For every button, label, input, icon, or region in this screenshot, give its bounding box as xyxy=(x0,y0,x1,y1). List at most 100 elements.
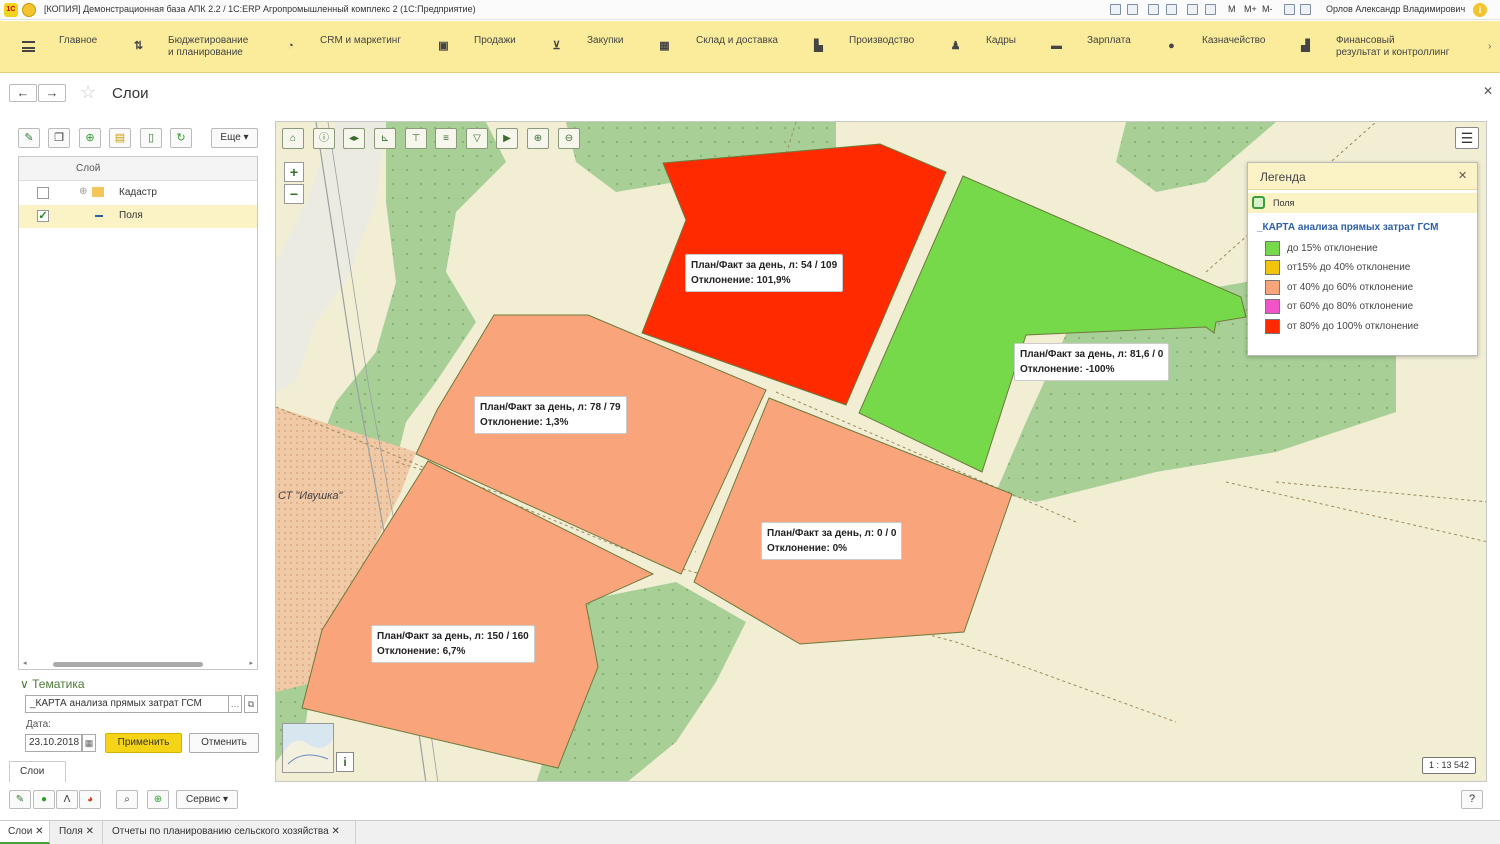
thematic-field[interactable]: _КАРТА анализа прямых затрат ГСМ xyxy=(25,695,242,713)
print-icon[interactable] xyxy=(1127,4,1138,15)
current-user[interactable]: Орлов Александр Владимирович xyxy=(1326,4,1465,14)
menu-item-salary[interactable]: Зарплата xyxy=(1087,35,1131,47)
expand-icon[interactable]: ⊕ xyxy=(79,186,87,197)
menu-item-production[interactable]: Производство xyxy=(849,35,914,47)
back-button[interactable]: ← xyxy=(9,84,37,102)
zoom-out-area-icon[interactable]: ⊖ xyxy=(558,128,580,149)
home-map-icon[interactable]: ⌂ xyxy=(282,128,304,149)
checkbox-fields[interactable]: ✓ xyxy=(37,210,49,222)
close-tab-icon[interactable]: ✕ xyxy=(331,826,339,837)
draw-icon[interactable]: ✎ xyxy=(9,790,31,809)
copy-layer-icon[interactable]: ❐ xyxy=(48,128,70,148)
window-title: [КОПИЯ] Демонстрационная база АПК 2.2 / … xyxy=(44,4,476,14)
checkbox-cadastre[interactable] xyxy=(37,187,49,199)
menu-scroll-right-icon[interactable]: › xyxy=(1488,41,1491,52)
edit-icon[interactable]: ✎ xyxy=(18,128,40,148)
legend-item-label: до 15% отклонение xyxy=(1287,243,1378,254)
refresh-icon[interactable]: ↻ xyxy=(170,128,192,148)
layers-tab[interactable]: Слои xyxy=(9,761,66,782)
close-tab-icon[interactable]: ✕ xyxy=(35,826,43,837)
column-header-layer: Слой xyxy=(76,163,101,174)
document-icon[interactable]: ▯ xyxy=(140,128,162,148)
open-tab-fields[interactable]: Поля ✕ xyxy=(51,821,103,844)
search-icon[interactable]: ⌕ xyxy=(116,790,138,809)
calendar-picker-icon[interactable]: ▦ xyxy=(82,734,96,752)
menu-item-hr[interactable]: Кадры xyxy=(986,35,1016,47)
service-label: Сервис xyxy=(185,794,221,805)
add-folder-icon[interactable]: ▤ xyxy=(109,128,131,148)
menu-item-crm[interactable]: CRM и маркетинг xyxy=(320,35,401,47)
close-tab-icon[interactable]: ✕ xyxy=(86,826,94,837)
tree-row-fields[interactable]: ✓ Поля xyxy=(19,205,257,228)
cancel-button[interactable]: Отменить xyxy=(189,733,259,753)
layers-filter-icon[interactable]: ≡ xyxy=(435,128,457,149)
field-plan-fact: План/Факт за день, л: 150 / 160 xyxy=(377,631,529,642)
memory-plus-button[interactable]: M+ xyxy=(1244,4,1257,14)
help-button[interactable]: ? xyxy=(1461,790,1483,809)
field-deviation: Отклонение: 0% xyxy=(767,543,848,554)
thematic-header-label: Тематика xyxy=(32,677,85,691)
menu-item-finance[interactable]: Финансовый результат и контроллинг xyxy=(1336,35,1449,59)
legend-layer-row[interactable]: Поля xyxy=(1248,193,1477,213)
save-icon[interactable] xyxy=(1110,4,1121,15)
thematic-section-header[interactable]: ∨ Тематика xyxy=(20,677,85,691)
date-field[interactable]: 23.10.2018 xyxy=(25,734,82,752)
memory-minus-button[interactable]: M- xyxy=(1262,4,1273,14)
select-dots-button[interactable]: … xyxy=(228,695,242,713)
pan-arrows-icon[interactable]: ◂▸ xyxy=(343,128,365,149)
line-icon[interactable]: Λ xyxy=(56,790,78,809)
favorite-star-icon[interactable]: ☆ xyxy=(80,82,96,103)
field-label: План/Факт за день, л: 54 / 109 Отклонени… xyxy=(685,254,844,292)
menu-item-main[interactable]: Главное xyxy=(59,35,97,47)
copy-icon[interactable] xyxy=(1166,4,1177,15)
zoom-icon[interactable] xyxy=(1284,4,1295,15)
zoom-out-button[interactable]: − xyxy=(284,184,304,204)
more-button[interactable]: Еще ▾ xyxy=(211,128,258,148)
horizontal-scrollbar[interactable]: ◂ ▸ xyxy=(23,659,253,669)
legend-panel: Легенда ✕ Поля _КАРТА анализа прямых зат… xyxy=(1247,162,1478,356)
memory-m-button[interactable]: M xyxy=(1228,4,1236,14)
hamburger-icon[interactable] xyxy=(22,41,35,52)
menu-item-sales[interactable]: Продажи xyxy=(474,35,516,47)
open-tab-reports[interactable]: Отчеты по планированию сельского хозяйст… xyxy=(104,821,356,844)
sections-menu: Главное ⇅ Бюджетирование и планирование … xyxy=(0,21,1500,73)
zoom-in-button[interactable]: + xyxy=(284,162,304,182)
menu-item-purchases[interactable]: Закупки xyxy=(587,35,623,47)
map-info-icon[interactable]: ⓘ xyxy=(313,128,335,149)
forward-button[interactable]: → xyxy=(38,84,66,102)
person-icon: ♟ xyxy=(950,40,961,52)
window-icon[interactable] xyxy=(1300,4,1311,15)
overview-minimap[interactable] xyxy=(282,723,334,773)
tree-row-cadastre[interactable]: ⊕ Кадастр xyxy=(19,182,257,205)
finance-chart-icon: ▟ xyxy=(1301,40,1310,52)
legend-toggle-icon[interactable]: ☰ xyxy=(1455,127,1479,149)
field-deviation: Отклонение: 6,7% xyxy=(377,646,466,657)
cart-icon: ⊻ xyxy=(552,40,561,52)
info-icon[interactable]: i xyxy=(1473,3,1487,17)
apply-button[interactable]: Применить xyxy=(105,733,182,753)
marker-icon[interactable]: ● xyxy=(33,790,55,809)
measure-icon[interactable]: ⊾ xyxy=(374,128,396,149)
ruler-icon[interactable]: ⊤ xyxy=(405,128,427,149)
filter-icon[interactable]: ▽ xyxy=(466,128,488,149)
menu-item-treasury[interactable]: Казначейство xyxy=(1202,35,1265,47)
menu-item-warehouse[interactable]: Склад и доставка xyxy=(696,35,778,47)
pie-icon[interactable]: ◕ xyxy=(79,790,101,809)
export-icon[interactable] xyxy=(1148,4,1159,15)
play-icon[interactable]: ▶ xyxy=(496,128,518,149)
open-tab-layers[interactable]: Слои ✕ xyxy=(0,821,50,844)
tree-row-label: Кадастр xyxy=(119,187,157,198)
open-link-icon[interactable]: ⧉ xyxy=(244,695,258,713)
legend-close-icon[interactable]: ✕ xyxy=(1458,169,1467,182)
add-icon[interactable]: ⊕ xyxy=(79,128,101,148)
calendar-icon[interactable] xyxy=(1205,4,1216,15)
table-icon[interactable] xyxy=(1187,4,1198,15)
main-menu-icon[interactable] xyxy=(22,3,36,17)
service-button[interactable]: Сервис ▾ xyxy=(176,790,238,809)
zoom-in-area-icon[interactable]: ⊕ xyxy=(527,128,549,149)
crosshair-icon[interactable]: ⊕ xyxy=(147,790,169,809)
map-info-button[interactable]: i xyxy=(336,752,354,772)
field-label: План/Факт за день, л: 81,6 / 0 Отклонени… xyxy=(1014,343,1170,381)
close-icon[interactable]: ✕ xyxy=(1483,84,1493,98)
menu-item-budget[interactable]: Бюджетирование и планирование xyxy=(168,35,248,59)
